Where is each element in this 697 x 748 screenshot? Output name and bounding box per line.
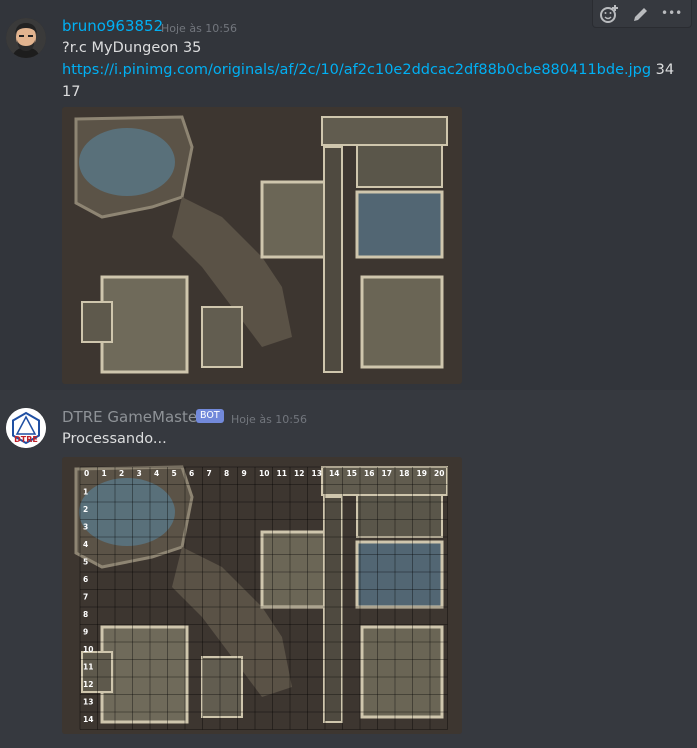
grid-col-label: 19 (417, 469, 427, 478)
grid-col-label: 13 (312, 469, 322, 478)
edit-icon[interactable] (630, 3, 652, 25)
message-1: bruno963852 Hoje às 10:56 ?r.c MyDungeon… (0, 0, 697, 390)
link-suffix: 34 (655, 62, 675, 78)
grid-col-label: 3 (137, 469, 142, 478)
bot-author-name[interactable]: DTRE GameMaster (62, 408, 203, 426)
grid-col-label: 6 (189, 469, 194, 478)
grid-col-label: 8 (224, 469, 229, 478)
grid-row-label: 4 (83, 540, 88, 549)
grid-col-label: 14 (329, 469, 339, 478)
grid-col-label: 10 (259, 469, 269, 478)
grid-col-label: 20 (434, 469, 444, 478)
message-toolbar: ••• (592, 0, 692, 28)
message-link-line: https://i.pinimg.com/originals/af/2c/10/… (62, 62, 674, 78)
image-link[interactable]: https://i.pinimg.com/originals/af/2c/10/… (62, 62, 651, 78)
grid-map-drawing: 0 1 2 3 4 5 6 7 8 9 10 11 12 13 14 15 16 17 18 19 2012345678… (62, 457, 462, 734)
grid-col-label: 5 (172, 469, 177, 478)
grid-col-label: 11 (277, 469, 287, 478)
grid-row-label: 6 (83, 575, 88, 584)
grid-col-label: 0 (84, 469, 89, 478)
grid-row-label: 1 (83, 488, 88, 497)
grid-col-label: 18 (399, 469, 409, 478)
grid-col-label: 17 (382, 469, 392, 478)
author-name[interactable]: bruno963852 (62, 17, 163, 35)
grid-row-label: 7 (83, 593, 88, 602)
grid-row-label: 11 (83, 663, 93, 672)
grid-row-label: 14 (83, 715, 93, 724)
grid-col-label: 16 (364, 469, 374, 478)
grid-col-label: 1 (102, 469, 107, 478)
bot-message-text: Processando... (62, 431, 167, 447)
grid-row-label: 5 (83, 558, 88, 567)
grid-row-label: 2 (83, 505, 88, 514)
bot-avatar[interactable]: DTRE (6, 408, 46, 448)
avatar[interactable] (6, 18, 46, 58)
add-reaction-icon[interactable] (598, 3, 620, 25)
message-text-line3: 17 (62, 84, 81, 100)
grid-col-label: 2 (119, 469, 124, 478)
bot-timestamp: Hoje às 10:56 (231, 413, 307, 426)
dungeon-map-image[interactable] (62, 107, 462, 384)
grid-row-label: 9 (83, 628, 88, 637)
avatar-text: DTRE (14, 435, 38, 444)
grid-col-label: 12 (294, 469, 304, 478)
grid-col-label: 9 (242, 469, 247, 478)
bot-tag: BOT (196, 409, 224, 423)
message-text: ?r.c MyDungeon 35 (62, 40, 202, 56)
grid-row-label: 13 (83, 698, 93, 707)
grid-col-label: 15 (347, 469, 357, 478)
grid-row-label: 8 (83, 610, 88, 619)
map-drawing (62, 107, 462, 384)
more-icon[interactable]: ••• (661, 2, 683, 24)
grid-col-label: 4 (154, 469, 159, 478)
grid-row-label: 12 (83, 680, 93, 689)
grid-row-label: 3 (83, 523, 88, 532)
grid-row-label: 10 (83, 645, 93, 654)
timestamp: Hoje às 10:56 (161, 22, 237, 35)
grid-col-label: 7 (207, 469, 212, 478)
dungeon-grid-image[interactable]: 0 1 2 3 4 5 6 7 8 9 10 11 12 13 14 15 16 17 18 19 20 1 2 3 4 5 6 7 8… (62, 457, 462, 734)
